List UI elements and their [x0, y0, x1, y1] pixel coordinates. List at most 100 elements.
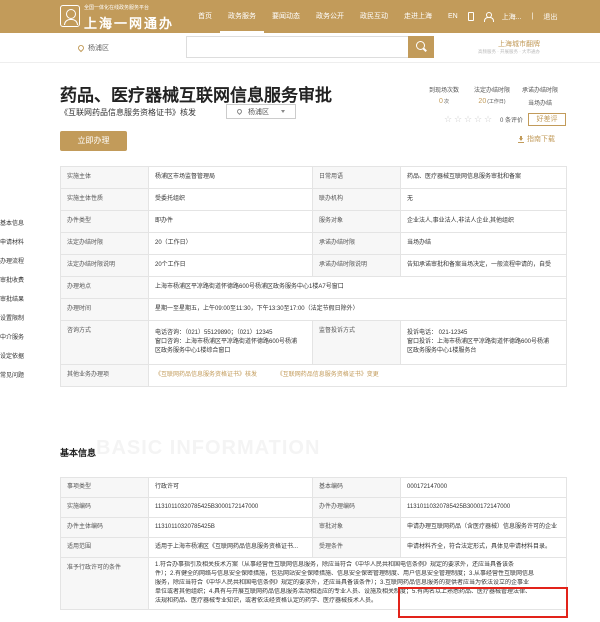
field-label: 服务对象 — [312, 210, 401, 233]
side-nav-item[interactable]: 基本信息 — [0, 218, 24, 237]
field-value: 药品、医疗器械互联网信息服务审批和备案 — [400, 166, 567, 189]
field-label: 办理时间 — [60, 298, 149, 321]
stat-value: 0次 — [439, 98, 449, 105]
rating-stars: ☆ ☆ ☆ ☆ ☆ 0 条评价 — [444, 114, 524, 125]
download-icon — [518, 135, 524, 143]
field-label: 实施主体性质 — [60, 188, 149, 211]
site-logo[interactable]: 全国一体化在线政务服务平台 上海一网通办 — [60, 3, 188, 31]
page-title: 药品、医疗器械互联网信息服务审批 — [60, 86, 332, 105]
field-value: 星期一至星期五，上午09:00至11:30，下午13:30至17:00（法定节假… — [148, 298, 567, 321]
field-value: 上海市杨浦区平凉路街道怀德路600号杨浦区政务服务中心1楼A7号窗口 — [148, 276, 567, 299]
mobile-icon[interactable] — [467, 12, 474, 21]
service-stats: 到现场次数 0次 法定办结时限 20(工作日) 承诺办结时限 当场办结 — [420, 85, 564, 107]
field-label: 受理条件 — [312, 537, 401, 558]
section-title: 基本信息 — [60, 448, 97, 458]
field-value: 当场办结 — [400, 232, 567, 255]
field-value: 申请材料齐全，符合法定形式，具体见申请材料目录。 — [400, 537, 567, 558]
complaint-line: 区政务服务中心1楼服务台 — [407, 348, 477, 354]
nav-interaction[interactable]: 政民互动 — [352, 0, 396, 33]
nav-gov-service[interactable]: 政务服务 — [220, 0, 264, 33]
field-label: 日常用语 — [312, 166, 401, 189]
logout-link[interactable]: 退出 — [543, 12, 557, 22]
field-value: 杨浦区市场监督管理局 — [148, 166, 313, 189]
stat-value: 20(工作日) — [478, 98, 506, 105]
district-value: 杨浦区 — [248, 108, 269, 116]
separator: | — [531, 13, 534, 20]
hot-services-subtitle: 高频服务 · 开展服务 · 大市通办 — [478, 49, 540, 54]
field-label: 咨询方式 — [60, 320, 149, 365]
field-value: 000172147000 — [400, 477, 567, 498]
logo-icon — [60, 5, 80, 27]
logo-title: 上海一网通办 — [84, 16, 175, 31]
location-pin-icon — [76, 43, 86, 53]
star-icon: ☆ — [444, 114, 453, 124]
table-row: 咨询方式 电话咨询：（021）55129890；（021）12345 窗口咨询：… — [60, 320, 567, 365]
side-nav: 基本信息 申请材料 办理流程 审批收费 审批结果 设置限制 中介服务 设定依据 … — [0, 218, 24, 389]
table-row: 实施编码 11310110320785425B3000172147000 办件办… — [60, 497, 567, 518]
rating-count: 0 条评价 — [500, 118, 524, 124]
field-label: 承诺办结时限 — [312, 232, 401, 255]
rate-button[interactable]: 好差评 — [528, 113, 566, 126]
condition-line: 1.符合办事指引及相关技术方案（从事经营性互联网信息服务，除应当符合《中华人民共… — [155, 562, 515, 568]
field-value: 即办件 — [148, 210, 313, 233]
field-label: 联办机构 — [312, 188, 401, 211]
field-value: 受委托组织 — [148, 188, 313, 211]
nav-home[interactable]: 首页 — [190, 0, 220, 33]
field-label: 监督投诉方式 — [312, 320, 401, 365]
field-value: 11310110320785425B3000172147000 — [400, 497, 567, 518]
table-row: 法定办结时限 20（工作日） 承诺办结时限 当场办结 — [60, 232, 567, 255]
search-input[interactable] — [186, 36, 408, 58]
table-row: 实施主体 杨浦区市场监督管理局 日常用语 药品、医疗器械互联网信息服务审批和备案 — [60, 166, 567, 189]
complaint-line: 投诉电话： 021-12345 — [407, 330, 468, 336]
side-nav-item[interactable]: 常见问题 — [0, 370, 24, 389]
apply-now-button[interactable]: 立即办理 — [60, 131, 127, 151]
location-pin-icon — [235, 107, 244, 116]
stat-label: 法定办结时限 — [473, 88, 510, 94]
nav-gov-open[interactable]: 政务公开 — [308, 0, 352, 33]
field-value: 11310110320785425B — [148, 517, 313, 538]
chevron-down-icon — [281, 110, 285, 113]
side-nav-item[interactable]: 办理流程 — [0, 256, 24, 275]
district-select[interactable]: 杨浦区 — [226, 104, 296, 119]
side-nav-item[interactable]: 申请材料 — [0, 237, 24, 256]
field-value: 告知承诺审批和备案当场决定，一般流程申请的，自受 — [400, 254, 567, 277]
info-table: 实施主体 杨浦区市场监督管理局 日常用语 药品、医疗器械互联网信息服务审批和备案… — [60, 166, 567, 387]
other-item-link[interactable]: 《互联网药品信息服务资格证书》变更 — [277, 372, 379, 378]
stat-visits: 到现场次数 0次 — [420, 85, 468, 107]
field-value: 11310110320785425B3000172147000 — [148, 497, 313, 518]
nav-shanghai[interactable]: 走进上海 — [396, 0, 440, 33]
location-selector[interactable]: 杨浦区 — [76, 43, 109, 53]
side-nav-item[interactable]: 设置限制 — [0, 313, 24, 332]
side-nav-item[interactable]: 审批结果 — [0, 294, 24, 313]
search-button[interactable] — [408, 36, 434, 58]
other-item-link[interactable]: 《互联网药品信息服务资格证书》核发 — [155, 372, 257, 378]
stat-value: 当场办结 — [527, 101, 552, 107]
field-label: 办件办理编码 — [312, 497, 401, 518]
side-nav-item[interactable]: 审批收费 — [0, 275, 24, 294]
field-label: 实施主体 — [60, 166, 149, 189]
language-toggle[interactable]: EN — [448, 13, 458, 20]
table-row: 实施主体性质 受委托组织 联办机构 无 — [60, 188, 567, 211]
hot-services-title[interactable]: 上海城市翻牌 — [460, 39, 540, 49]
table-row: 其他业务办理项 《互联网药品信息服务资格证书》核发 《互联网药品信息服务资格证书… — [60, 364, 567, 387]
side-nav-item[interactable]: 中介服务 — [0, 332, 24, 351]
nav-news[interactable]: 要闻动态 — [264, 0, 308, 33]
field-label: 适用范围 — [60, 537, 149, 558]
field-label: 实施编码 — [60, 497, 149, 518]
location-label: 杨浦区 — [88, 45, 109, 52]
field-label: 办理地点 — [60, 276, 149, 299]
star-icon: ☆ — [484, 114, 493, 124]
highlight-box — [398, 587, 568, 618]
side-nav-item[interactable]: 设定依据 — [0, 351, 24, 370]
user-name[interactable]: 上海... — [502, 12, 522, 22]
basic-info-heading: BASIC INFORMATION 基本信息 — [60, 437, 360, 467]
field-label: 事项类型 — [60, 477, 149, 498]
field-label: 法定办结时限 — [60, 232, 149, 255]
field-label: 准予行政许可的条件 — [60, 557, 149, 610]
field-value: 20（工作日） — [148, 232, 313, 255]
field-label: 办件类型 — [60, 210, 149, 233]
user-icon[interactable] — [483, 12, 494, 22]
stat-label: 承诺办结时限 — [521, 88, 558, 94]
star-icon: ☆ — [464, 114, 473, 124]
guide-download-link[interactable]: 指南下载 — [518, 134, 555, 144]
